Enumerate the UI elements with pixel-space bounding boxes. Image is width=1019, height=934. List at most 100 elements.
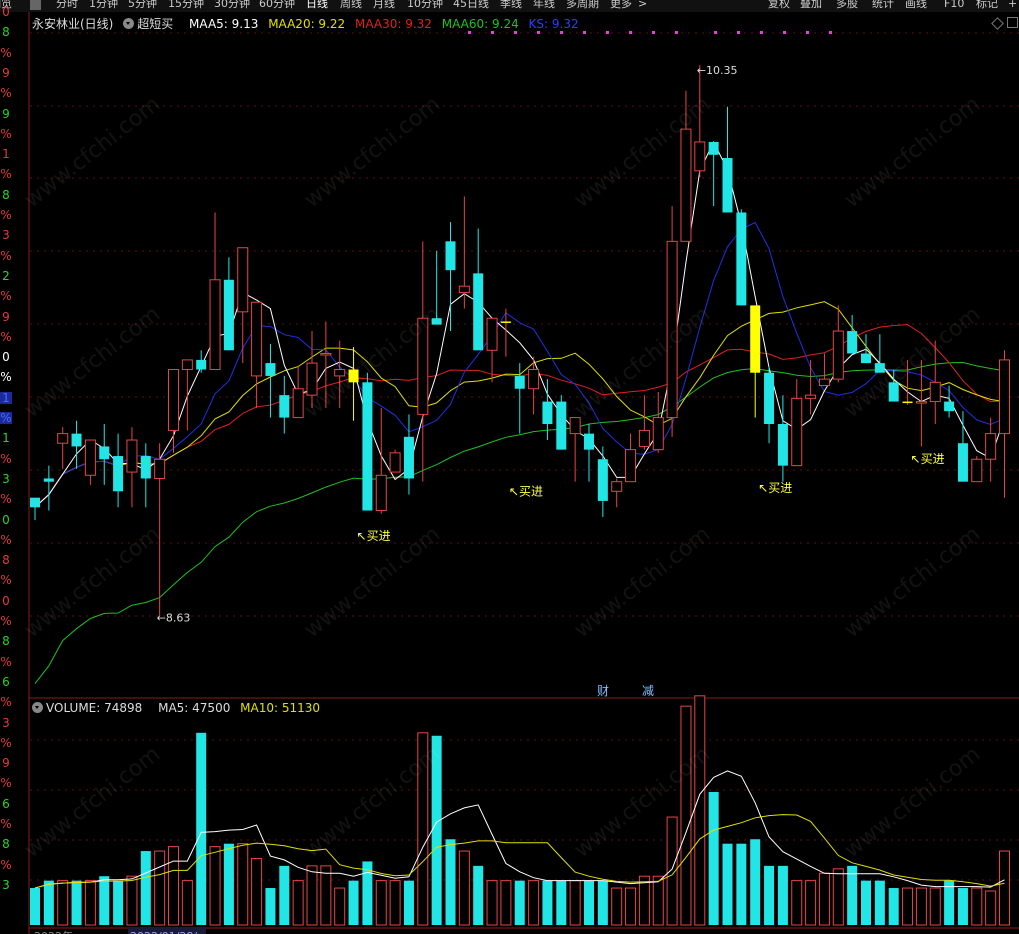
candle-body: [584, 433, 594, 450]
volume-bar: [43, 880, 54, 925]
candle-body: [929, 381, 941, 403]
candle-body: [652, 417, 664, 451]
candle-body: [736, 212, 747, 306]
volume-bar: [320, 865, 332, 926]
volume-bar: [334, 887, 346, 926]
candle-body: [140, 456, 151, 479]
volume-bar: [625, 887, 637, 926]
volume-bar: [556, 880, 567, 925]
window-icon[interactable]: [1007, 17, 1018, 28]
signal-dot: [675, 31, 678, 34]
volume-bar: [265, 888, 276, 925]
candle-body: [847, 331, 858, 354]
signal-dot: [583, 31, 586, 34]
signal-dot: [806, 31, 809, 34]
candle-body: [999, 359, 1010, 435]
volume-bar: [722, 843, 733, 925]
candle-body: [915, 401, 927, 404]
volume-bar: [957, 888, 968, 925]
volume-bar: [389, 880, 401, 926]
maa5-value: MAA5: 9.13: [189, 17, 259, 31]
volume-bar: [971, 887, 983, 926]
candle-body: [818, 378, 830, 387]
volume-bar: [306, 865, 318, 926]
stock-title[interactable]: 永安林业(日线): [32, 17, 113, 31]
signal-dot: [606, 31, 609, 34]
candle-body: [528, 369, 540, 390]
volume-bar: [528, 880, 540, 926]
volume-bar: [113, 880, 124, 925]
signal-dot: [629, 31, 632, 34]
volume-bar: [168, 846, 179, 926]
volume-bar: [375, 880, 387, 926]
signal-dot: [652, 31, 655, 34]
candle-body: [279, 395, 290, 418]
signal-dot: [514, 31, 517, 34]
volume-bar: [791, 880, 803, 926]
candle-body: [30, 497, 40, 508]
volume-bar: [500, 880, 512, 926]
candle-body: [486, 317, 498, 351]
volume-bar: [680, 705, 692, 926]
volume-bar: [514, 880, 525, 925]
volume-bar: [196, 732, 207, 925]
candle-body: [473, 273, 484, 351]
signal-candle: [750, 305, 761, 373]
volume-bar: [223, 843, 234, 925]
candle-body: [265, 363, 276, 376]
candle-body: [320, 352, 332, 356]
volume-bar: [611, 887, 623, 926]
kline-chart[interactable]: ←10.35 ←8.63 ↖买进 ↖买进 ↖买进 ↖买进财 减 2022/01/28/2022…: [0, 0, 1019, 934]
candle-body: [625, 449, 637, 483]
volume-bar: [458, 850, 470, 926]
candle-body: [861, 353, 871, 364]
maa30-value: MAA30: 9.32: [354, 17, 432, 31]
volume-bar: [847, 865, 858, 925]
volume-bar: [694, 695, 706, 926]
volume-bar: [348, 880, 359, 925]
candle-body: [791, 397, 803, 467]
signal-dot: [760, 31, 763, 34]
signal-dot: [537, 31, 540, 34]
candle-body: [611, 481, 623, 492]
volume-bar: [638, 875, 650, 926]
candle-body: [71, 433, 82, 447]
volume-bar: [445, 839, 456, 925]
dropdown-circle-icon: [32, 702, 43, 713]
volume-dropdown[interactable]: VOLUME: 74898: [32, 701, 148, 715]
volume-bar: [915, 887, 927, 926]
candle-body: [57, 433, 69, 444]
volume-bar: [597, 880, 608, 925]
candle-body: [168, 369, 179, 431]
candle-body: [832, 330, 844, 380]
candle-body: [403, 436, 414, 479]
volume-bar: [750, 839, 761, 925]
volume-bar: [209, 846, 221, 926]
volume-bar: [71, 880, 82, 925]
event-marker-jian: 减: [642, 684, 654, 698]
volume-bar: [736, 843, 747, 925]
date-label: 2022/01/28/: [130, 930, 197, 934]
indicator-dropdown[interactable]: 超短买: [123, 17, 179, 31]
signal-dot: [468, 31, 471, 34]
volume-bar: [888, 888, 899, 925]
volume-bar: [652, 875, 664, 926]
candle-body: [113, 456, 124, 492]
candle-body: [251, 301, 263, 377]
volume-bar: [57, 880, 69, 926]
vol-ma5-value: MA5: 47500: [158, 701, 231, 715]
candle-body: [597, 459, 608, 501]
high-price-label: ←10.35: [697, 64, 738, 77]
candle-body: [680, 128, 692, 242]
ks-value: KS: 9.32: [528, 17, 579, 31]
volume-indicator-line: VOLUME: 74898 MA5: 47500 MA10: 51130: [32, 701, 326, 717]
volume-bar: [874, 880, 885, 925]
volume-bar: [818, 872, 830, 926]
volume-bar: [251, 857, 263, 926]
volume-bar: [99, 876, 110, 925]
price-indicator-line: 永安林业(日线) 超短买 MAA5: 9.13 MAA20: 9.22 MAA3…: [32, 15, 585, 31]
candle-body: [375, 474, 387, 512]
volume-bar: [861, 880, 871, 925]
candle-body: [43, 478, 54, 482]
candle-body: [223, 279, 234, 351]
